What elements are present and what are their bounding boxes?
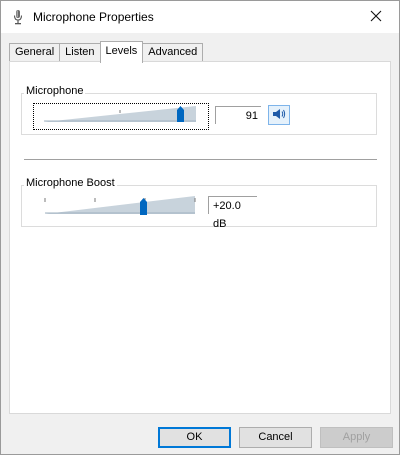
close-button[interactable] — [353, 1, 399, 33]
microphone-slider[interactable] — [33, 103, 209, 130]
tab-levels[interactable]: Levels — [99, 41, 144, 63]
section-divider — [24, 159, 377, 160]
mute-toggle-button[interactable] — [268, 105, 290, 125]
microphone-boost-label: Microphone Boost — [24, 177, 117, 189]
microphone-boost-value[interactable]: +20.0 dB — [208, 196, 257, 230]
levels-panel: Microphone 91 Microphone Boost +20.0 dB — [9, 61, 391, 414]
microphone-level-value[interactable]: 91 — [215, 106, 261, 124]
microphone-boost-slider[interactable] — [33, 190, 209, 218]
microphone-label: Microphone — [24, 85, 86, 97]
microphone-boost-group: Microphone Boost +20.0 dB — [21, 177, 377, 230]
cancel-button[interactable]: Cancel — [239, 427, 312, 448]
speaker-icon — [272, 108, 286, 123]
microphone-boost-slider-graphic — [44, 196, 196, 215]
properties-dialog: Microphone Properties General Listen Lev… — [0, 0, 400, 455]
close-icon — [370, 10, 382, 25]
title-bar: Microphone Properties — [1, 1, 399, 33]
microphone-group: Microphone 91 — [21, 85, 377, 135]
window-title: Microphone Properties — [33, 10, 154, 24]
tab-listen[interactable]: Listen — [59, 43, 101, 62]
ok-button[interactable]: OK — [158, 427, 231, 448]
apply-button[interactable]: Apply — [320, 427, 393, 448]
tab-advanced[interactable]: Advanced — [142, 43, 204, 62]
microphone-icon — [11, 9, 25, 25]
microphone-slider-graphic — [44, 106, 196, 122]
tab-strip: General Listen Levels Advanced — [9, 41, 204, 63]
tab-general[interactable]: General — [9, 43, 61, 62]
